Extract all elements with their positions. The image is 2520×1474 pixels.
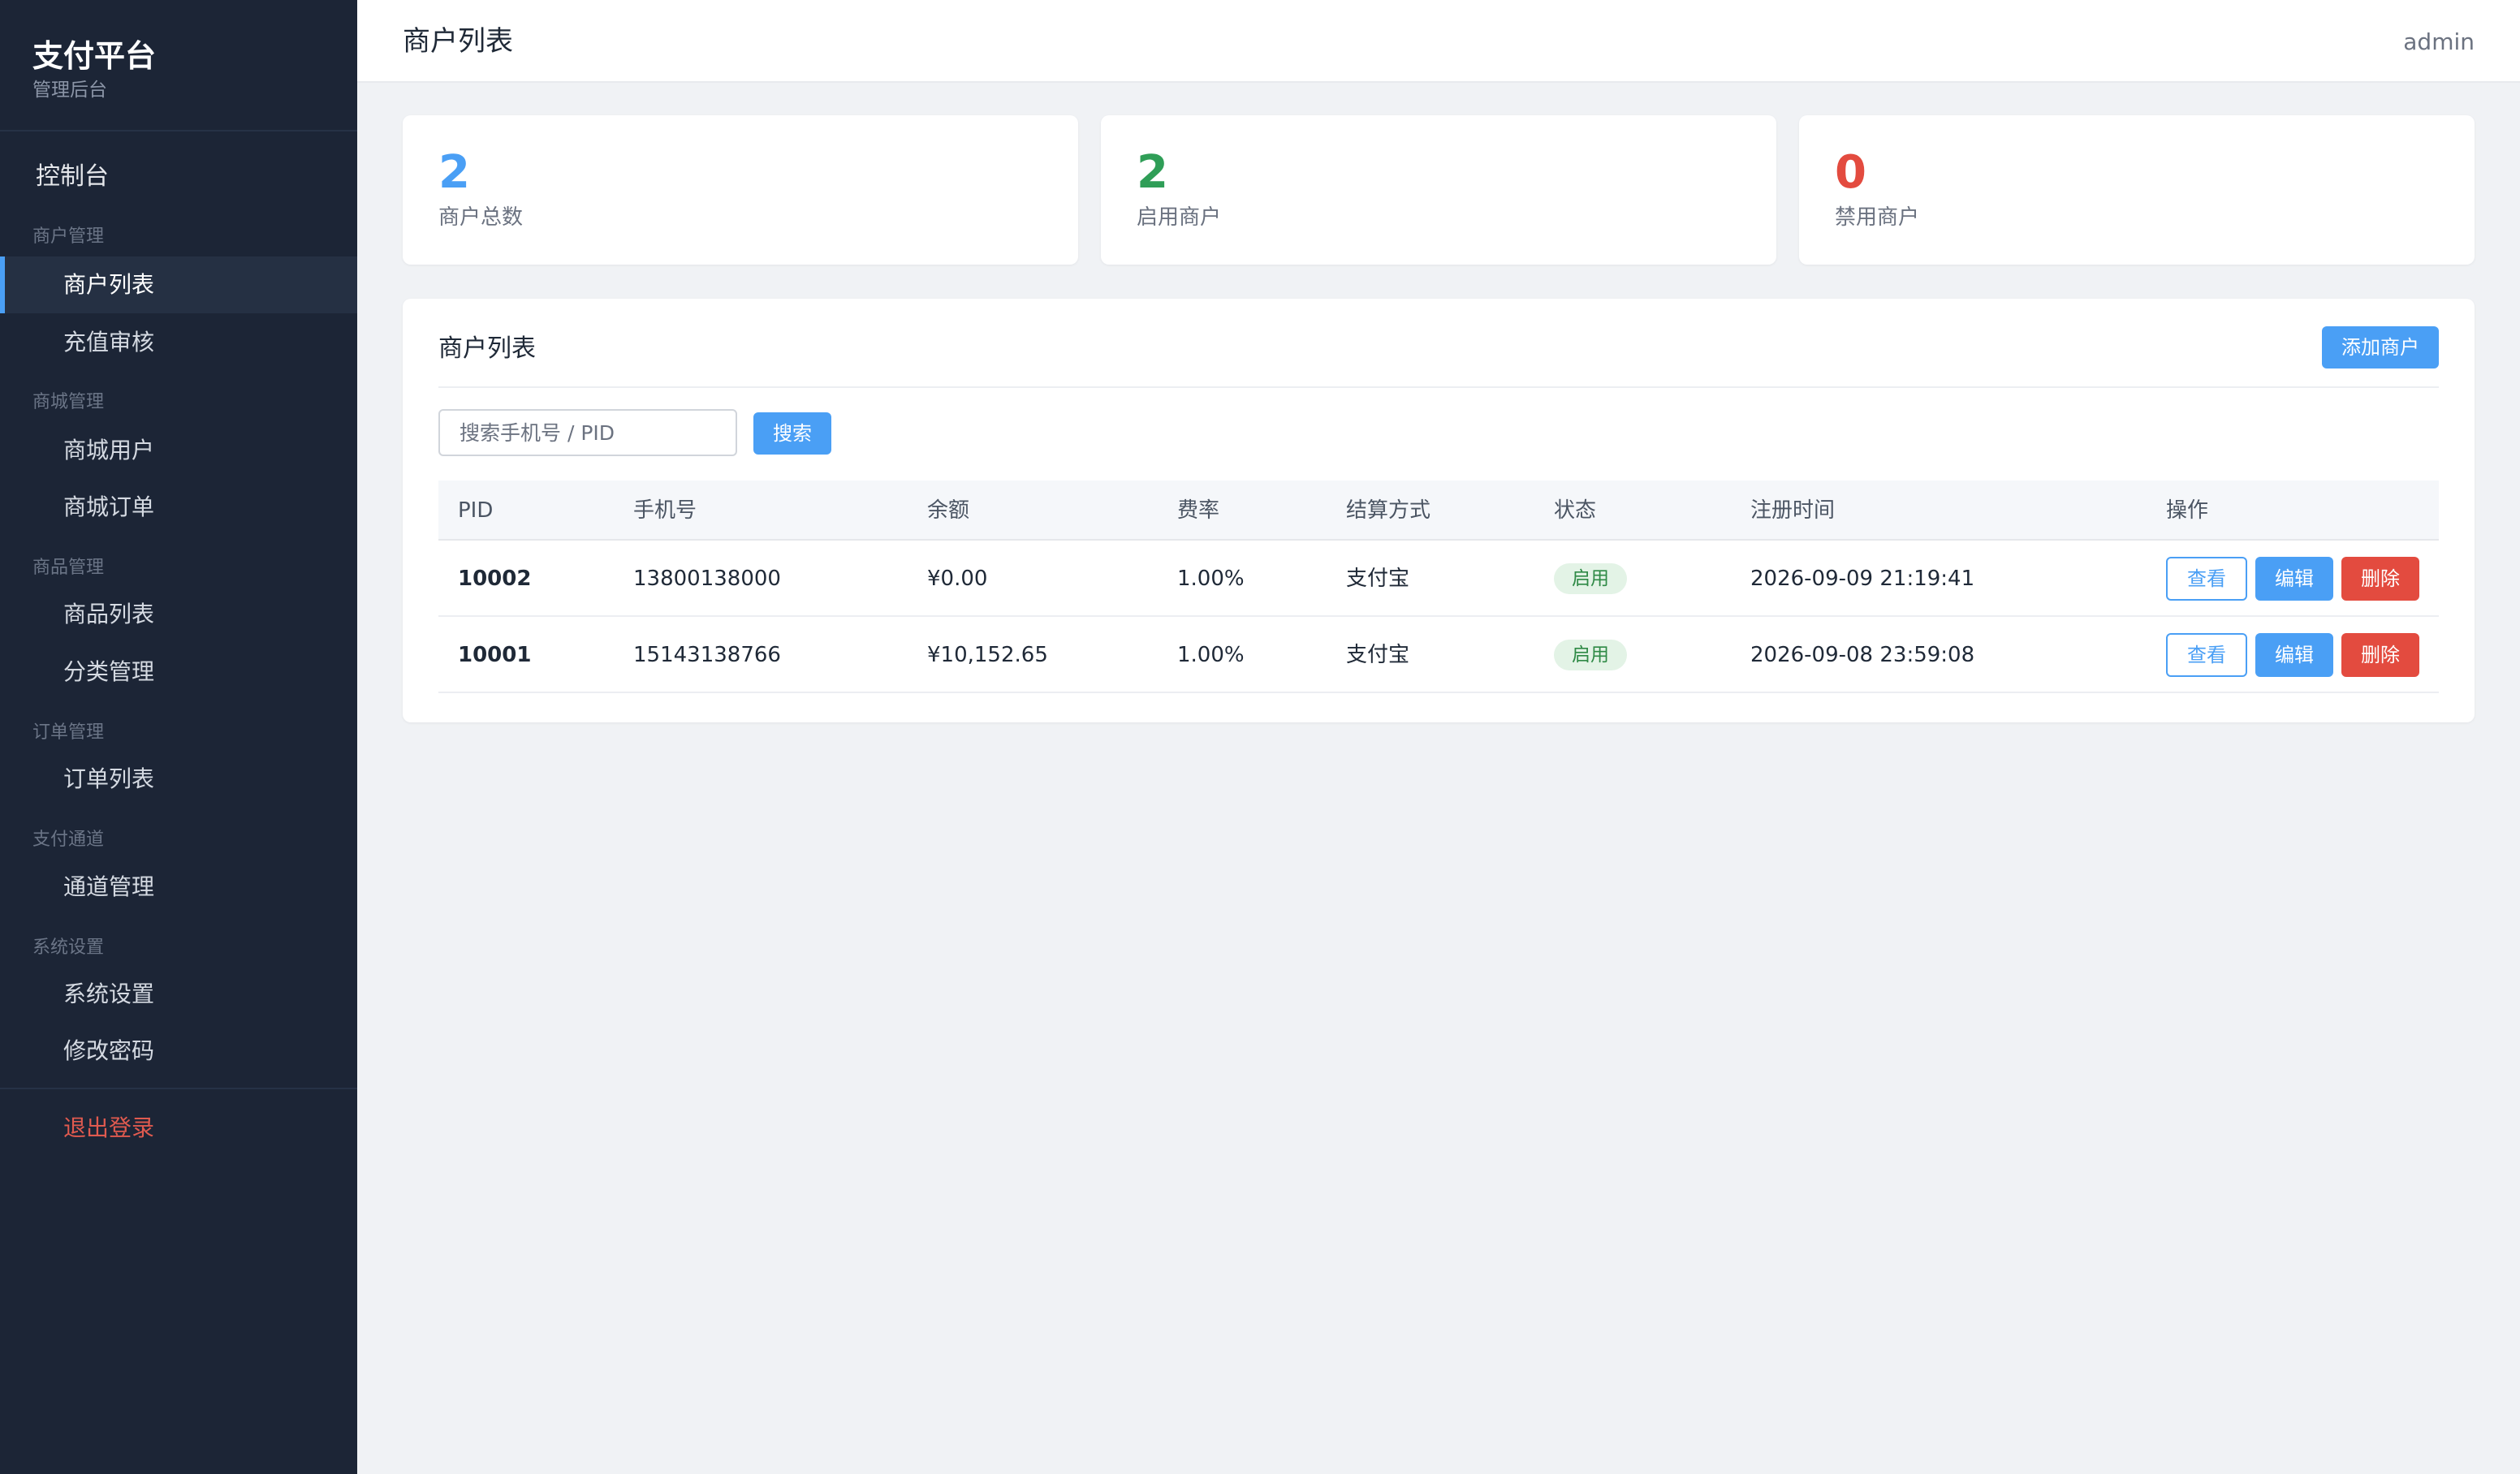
stat-disabled-value: 0 [1835, 146, 1866, 199]
status-badge: 启用 [1554, 640, 1627, 670]
col-actions: 操作 [2166, 498, 2209, 523]
sidebar-item-product-list[interactable]: 商品列表 [0, 586, 357, 643]
sidebar-item-mall-users[interactable]: 商城用户 [0, 422, 357, 479]
stat-enabled-label: 启用商户 [1137, 205, 1222, 230]
merchant-table: PID 手机号 余额 费率 结算方式 状态 注册时间 操作 10002 1380… [438, 481, 2439, 693]
card-divider [438, 386, 2439, 388]
sidebar-group-orders: 订单管理 [32, 722, 105, 743]
sidebar-divider [0, 1088, 357, 1089]
stat-enabled-value: 2 [1137, 146, 1168, 199]
cell-settlement: 支付宝 [1346, 567, 1410, 591]
card-title: 商户列表 [438, 334, 536, 363]
merchant-list-card: 商户列表 添加商户 搜索 PID 手机号 余额 费率 结算方式 状态 注册时间 … [403, 299, 2475, 722]
stat-card-disabled: 0 禁用商户 [1799, 115, 2475, 265]
sidebar-group-channels: 支付通道 [32, 830, 105, 850]
top-header: 商户列表 admin [357, 0, 2520, 83]
stat-disabled-label: 禁用商户 [1835, 205, 1920, 230]
cell-rate: 1.00% [1177, 567, 1245, 591]
cell-balance: ¥0.00 [927, 567, 988, 591]
stat-card-total: 2 商户总数 [403, 115, 1078, 265]
edit-button[interactable]: 编辑 [2255, 633, 2333, 677]
stat-card-enabled: 2 启用商户 [1101, 115, 1776, 265]
brand-subtitle: 管理后台 [32, 80, 107, 101]
sidebar-group-products: 商品管理 [32, 558, 105, 578]
col-settlement: 结算方式 [1346, 498, 1431, 523]
sidebar-group-mall: 商城管理 [32, 392, 105, 412]
col-balance: 余额 [927, 498, 970, 523]
sidebar-item-recharge-review[interactable]: 充值审核 [0, 314, 357, 371]
cell-rate: 1.00% [1177, 643, 1245, 667]
col-pid: PID [458, 498, 494, 523]
stat-total-value: 2 [438, 146, 470, 199]
cell-phone: 13800138000 [633, 567, 781, 591]
table-row: 10002 13800138000 ¥0.00 1.00% 支付宝 启用 202… [438, 541, 2439, 617]
add-merchant-button[interactable]: 添加商户 [2322, 326, 2439, 368]
cell-registered: 2026-09-09 21:19:41 [1750, 567, 1975, 591]
sidebar-item-category[interactable]: 分类管理 [0, 644, 357, 700]
brand: 支付平台 管理后台 [0, 0, 357, 131]
sidebar-group-merchant: 商户管理 [32, 226, 105, 247]
sidebar-item-merchant-list[interactable]: 商户列表 [0, 256, 357, 313]
sidebar-item-mall-orders[interactable]: 商城订单 [0, 479, 357, 536]
brand-title: 支付平台 [32, 38, 157, 74]
sidebar-item-system-settings[interactable]: 系统设置 [0, 966, 357, 1023]
cell-settlement: 支付宝 [1346, 643, 1410, 667]
current-user[interactable]: admin [2403, 26, 2475, 58]
table-row: 10001 15143138766 ¥10,152.65 1.00% 支付宝 启… [438, 617, 2439, 693]
cell-pid: 10002 [458, 567, 532, 591]
edit-button[interactable]: 编辑 [2255, 557, 2333, 601]
col-registered: 注册时间 [1750, 498, 1836, 523]
logout-link[interactable]: 退出登录 [63, 1110, 154, 1146]
search-button[interactable]: 搜索 [753, 412, 831, 455]
search-input[interactable] [438, 409, 737, 456]
sidebar-group-system: 系统设置 [32, 937, 105, 958]
sidebar-item-dashboard[interactable]: 控制台 [36, 159, 109, 195]
sidebar-item-change-password[interactable]: 修改密码 [0, 1023, 357, 1080]
sidebar: 支付平台 管理后台 控制台 商户管理 商户列表 充值审核 商城管理 商城用户 商… [0, 0, 357, 1474]
page-title: 商户列表 [403, 25, 513, 58]
view-button[interactable]: 查看 [2166, 557, 2247, 601]
stat-total-label: 商户总数 [438, 205, 524, 230]
table-header: PID 手机号 余额 费率 结算方式 状态 注册时间 操作 [438, 481, 2439, 541]
cell-registered: 2026-09-08 23:59:08 [1750, 643, 1975, 667]
col-status: 状态 [1554, 498, 1597, 523]
view-button[interactable]: 查看 [2166, 633, 2247, 677]
cell-phone: 15143138766 [633, 643, 781, 667]
cell-pid: 10001 [458, 643, 532, 667]
col-rate: 费率 [1177, 498, 1220, 523]
delete-button[interactable]: 删除 [2341, 557, 2419, 601]
sidebar-item-order-list[interactable]: 订单列表 [0, 751, 357, 808]
sidebar-item-channel-manage[interactable]: 通道管理 [0, 859, 357, 916]
delete-button[interactable]: 删除 [2341, 633, 2419, 677]
cell-balance: ¥10,152.65 [927, 643, 1048, 667]
status-badge: 启用 [1554, 563, 1627, 594]
col-phone: 手机号 [633, 498, 697, 523]
